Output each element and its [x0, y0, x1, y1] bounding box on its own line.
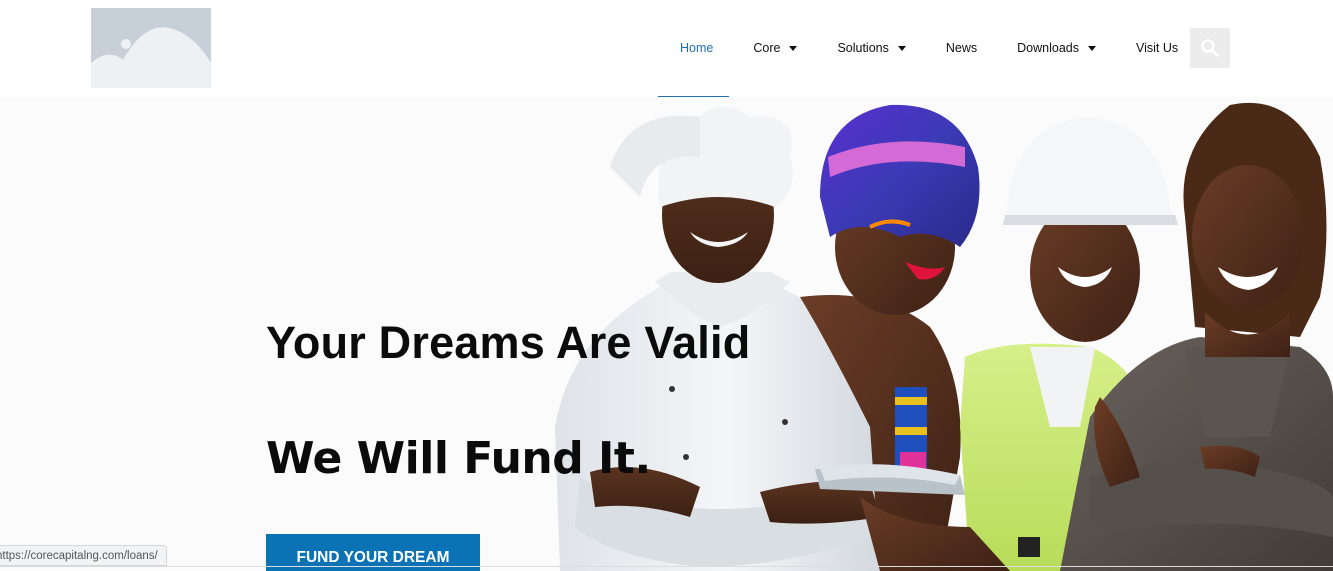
nav-item-core[interactable]: Core	[733, 28, 817, 68]
caret-down-icon	[897, 45, 906, 51]
caret-down-icon	[789, 45, 798, 51]
logo-image-placeholder[interactable]	[91, 8, 211, 88]
nav-item-label: Downloads	[1017, 41, 1079, 55]
hero-subheadline: We Will Fund It.	[266, 433, 651, 484]
nav-item-label: Solutions	[837, 41, 889, 55]
nav-item-visit-us[interactable]: Visit Us	[1116, 28, 1198, 68]
search-button[interactable]	[1190, 28, 1230, 68]
nav-item-label: Core	[753, 41, 781, 55]
site-header: Home Core Solutions News Downloads Visit…	[0, 0, 1333, 97]
browser-status-url: https://corecapitalng.com/loans/	[0, 545, 167, 566]
nav-item-downloads[interactable]: Downloads	[997, 28, 1116, 68]
search-icon	[1201, 39, 1219, 57]
nav-item-home[interactable]: Home	[660, 28, 733, 68]
nav-item-solutions[interactable]: Solutions	[817, 28, 925, 68]
caret-down-icon	[1087, 45, 1096, 51]
status-url-text: https://corecapitalng.com/loans/	[0, 549, 158, 562]
main-nav: Home Core Solutions News Downloads Visit…	[660, 28, 1198, 68]
hero-section: Your Dreams Are Valid We Will Fund It. F…	[0, 97, 1333, 571]
hero-headline: Your Dreams Are Valid	[266, 317, 751, 368]
nav-item-label: News	[945, 41, 978, 55]
image-placeholder-icon	[91, 8, 211, 88]
nav-item-news[interactable]: News	[926, 28, 997, 68]
nav-item-label: Visit Us	[1135, 41, 1179, 55]
page-bottom-divider	[0, 566, 1333, 567]
nav-item-label: Home	[680, 41, 714, 55]
